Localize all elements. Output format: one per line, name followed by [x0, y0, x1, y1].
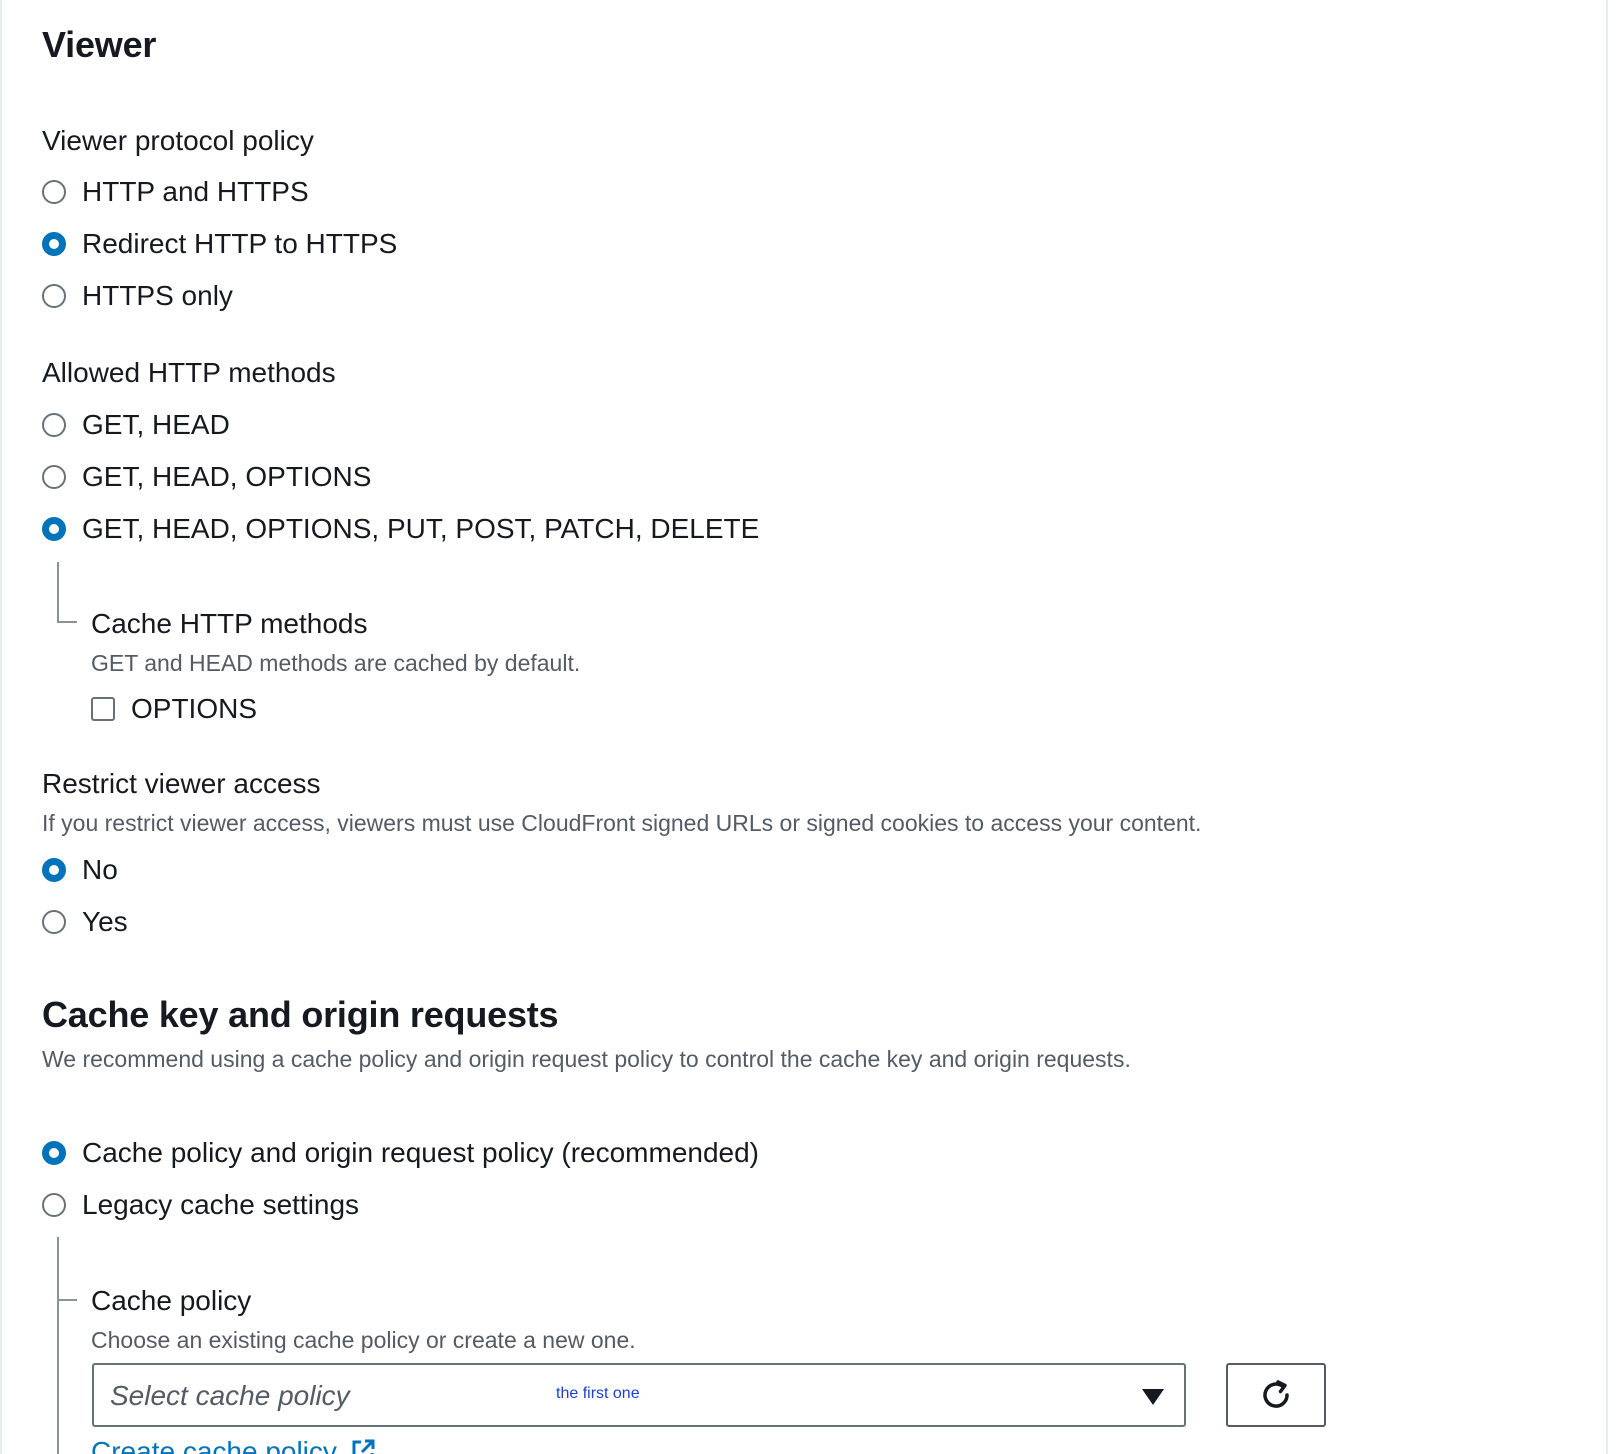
external-link-icon — [352, 1439, 375, 1454]
restrict-viewer-access-description: If you restrict viewer access, viewers m… — [42, 810, 1202, 836]
option-label: Legacy cache settings — [82, 1189, 360, 1220]
viewer-protocol-policy-label: Viewer protocol policy — [42, 125, 314, 156]
cache-option-legacy[interactable]: Legacy cache settings — [42, 1190, 359, 1220]
option-label: Redirect HTTP to HTTPS — [82, 228, 398, 259]
protocol-option-http-and-https[interactable]: HTTP and HTTPS — [42, 177, 309, 207]
viewer-heading: Viewer — [42, 24, 157, 65]
option-label: GET, HEAD, OPTIONS, PUT, POST, PATCH, DE… — [82, 513, 760, 544]
methods-option-get-head[interactable]: GET, HEAD — [42, 410, 230, 440]
tree-connector-line — [57, 562, 59, 623]
cache-options-checkbox-row[interactable]: OPTIONS — [91, 694, 257, 724]
allowed-http-methods-label: Allowed HTTP methods — [42, 357, 336, 388]
radio-get-head-options[interactable] — [42, 465, 66, 489]
option-label: HTTP and HTTPS — [82, 176, 309, 207]
cache-policy-label: Cache policy — [91, 1285, 252, 1316]
cache-policy-description: Choose an existing cache policy or creat… — [91, 1327, 636, 1353]
options-checkbox[interactable] — [91, 697, 115, 721]
option-label: No — [82, 854, 118, 885]
tree-connector-branch — [57, 621, 77, 623]
cache-http-methods-label: Cache HTTP methods — [91, 608, 368, 639]
refresh-button[interactable] — [1226, 1363, 1326, 1427]
protocol-option-https-only[interactable]: HTTPS only — [42, 281, 233, 311]
checkbox-label: OPTIONS — [131, 693, 258, 724]
radio-restrict-no[interactable] — [42, 858, 66, 882]
option-label: GET, HEAD, OPTIONS — [82, 461, 372, 492]
methods-option-get-head-options[interactable]: GET, HEAD, OPTIONS — [42, 462, 371, 492]
viewer-settings-panel: Viewer Viewer protocol policy HTTP and H… — [0, 0, 1608, 1454]
create-cache-policy-link[interactable]: Create cache policy — [91, 1436, 337, 1454]
cache-option-policy-recommended[interactable]: Cache policy and origin request policy (… — [42, 1138, 759, 1168]
refresh-icon — [1263, 1380, 1289, 1408]
tree-connector-line — [57, 1237, 59, 1454]
radio-cache-policy-recommended[interactable] — [42, 1141, 66, 1165]
option-label: Cache policy and origin request policy (… — [82, 1137, 760, 1168]
tree-connector-branch — [57, 1299, 77, 1301]
radio-all-methods[interactable] — [42, 517, 66, 541]
create-cache-policy-link-row[interactable]: Create cache policy — [91, 1436, 377, 1454]
radio-restrict-yes[interactable] — [42, 910, 66, 934]
caret-down-icon — [1142, 1389, 1164, 1405]
option-label: Yes — [82, 906, 128, 937]
restrict-option-no[interactable]: No — [42, 855, 118, 885]
restrict-option-yes[interactable]: Yes — [42, 907, 128, 937]
select-placeholder: Select cache policy — [110, 1380, 350, 1411]
radio-https-only[interactable] — [42, 284, 66, 308]
protocol-option-redirect-http-to-https[interactable]: Redirect HTTP to HTTPS — [42, 229, 397, 259]
select-annotation: the first one — [556, 1385, 640, 1402]
methods-option-all[interactable]: GET, HEAD, OPTIONS, PUT, POST, PATCH, DE… — [42, 514, 759, 544]
radio-legacy-cache-settings[interactable] — [42, 1193, 66, 1217]
radio-get-head[interactable] — [42, 413, 66, 437]
option-label: HTTPS only — [82, 280, 233, 311]
restrict-viewer-access-label: Restrict viewer access — [42, 768, 321, 799]
cache-policy-select[interactable]: Select cache policy the first one — [92, 1363, 1186, 1427]
option-label: GET, HEAD — [82, 409, 230, 440]
cache-http-methods-description: GET and HEAD methods are cached by defau… — [91, 650, 581, 676]
radio-redirect-http-to-https[interactable] — [42, 232, 66, 256]
cache-key-heading: Cache key and origin requests — [42, 994, 559, 1035]
radio-http-and-https[interactable] — [42, 180, 66, 204]
cache-key-description: We recommend using a cache policy and or… — [42, 1046, 1131, 1072]
